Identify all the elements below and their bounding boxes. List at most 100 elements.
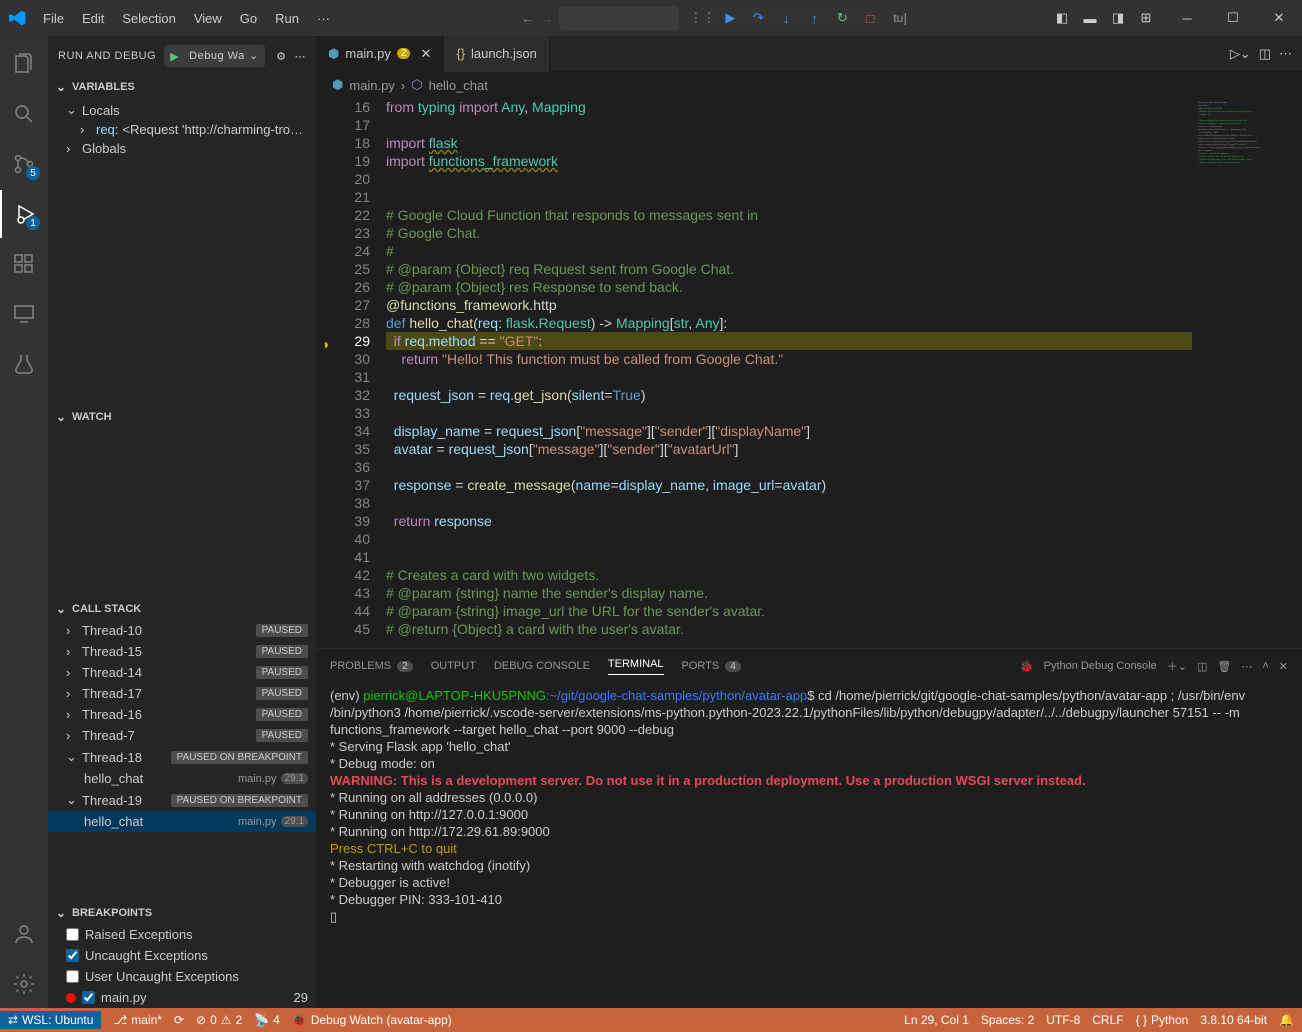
menu-···[interactable]: ··· [309, 5, 338, 32]
status-python-version[interactable]: 3.8.10 64-bit [1200, 1013, 1267, 1027]
callstack-row[interactable]: ›Thread-7PAUSED [48, 725, 316, 746]
callstack-row[interactable]: hello_chatmain.py29:1 [48, 811, 316, 832]
command-center[interactable] [559, 6, 679, 30]
step-out-icon[interactable]: ↑ [803, 7, 825, 29]
scm-icon[interactable]: 5 [0, 140, 48, 188]
globals-node[interactable]: ›Globals [56, 139, 316, 158]
callstack-row[interactable]: ⌄Thread-18PAUSED ON BREAKPOINT [48, 746, 316, 768]
layout-secondary-icon[interactable]: ◨ [1106, 6, 1130, 30]
locals-node[interactable]: ⌄Locals [56, 100, 316, 120]
callstack-row[interactable]: ›Thread-15PAUSED [48, 641, 316, 662]
close-tab-icon[interactable]: ✕ [416, 46, 431, 62]
tab-debug-console[interactable]: DEBUG CONSOLE [494, 660, 590, 672]
bp-uncaught[interactable]: Uncaught Exceptions [48, 945, 316, 966]
bp-user-uncaught[interactable]: User Uncaught Exceptions [48, 966, 316, 987]
tab-ports[interactable]: PORTS4 [682, 660, 741, 672]
close-panel-icon[interactable]: ✕ [1279, 660, 1288, 673]
layout-customize-icon[interactable]: ⊞ [1134, 6, 1158, 30]
step-over-icon[interactable]: ↷ [747, 7, 769, 29]
nav-fwd-icon[interactable]: → [540, 11, 553, 26]
status-remote[interactable]: ⇄WSL: Ubuntu [0, 1011, 101, 1029]
menu-file[interactable]: File [35, 5, 72, 32]
bp-raised-checkbox[interactable] [66, 928, 79, 941]
tab-more-icon[interactable]: ⋯ [1279, 46, 1292, 62]
callstack-row[interactable]: ⌄Thread-19PAUSED ON BREAKPOINT [48, 789, 316, 811]
layout-panel-icon[interactable]: ▬ [1078, 6, 1102, 30]
testing-icon[interactable] [0, 340, 48, 388]
drag-handle-icon[interactable]: ⋮⋮ [691, 7, 713, 29]
layout-primary-icon[interactable]: ◧ [1050, 6, 1074, 30]
breadcrumbs[interactable]: ⬢ main.py › ⬡ hello_chat [316, 72, 1302, 98]
bp-file-row[interactable]: main.py29 [48, 987, 316, 1008]
status-ports[interactable]: 📡4 [254, 1013, 280, 1027]
settings-gear-icon[interactable] [0, 960, 48, 1008]
chevron-icon: › [66, 707, 78, 722]
terminal-output[interactable]: (env) pierrick@LAPTOP-HKU5PNNG:~/git/goo… [316, 683, 1302, 1008]
menu-go[interactable]: Go [232, 5, 265, 32]
callstack-section-header[interactable]: CALL STACK [48, 598, 316, 620]
status-problems[interactable]: ⊘0⚠2 [196, 1013, 242, 1027]
editor-tab[interactable]: {}launch.json [444, 36, 549, 72]
menu-edit[interactable]: Edit [74, 5, 112, 32]
thread-status: PAUSED ON BREAKPOINT [171, 794, 308, 807]
extensions-icon[interactable] [0, 240, 48, 288]
status-debug-target[interactable]: 🐞Debug Watch (avatar-app) [292, 1013, 452, 1027]
status-notifications-icon[interactable]: 🔔 [1279, 1013, 1294, 1027]
status-sync[interactable]: ⟳ [174, 1013, 184, 1027]
split-editor-icon[interactable]: ◫ [1259, 46, 1271, 62]
close-window-button[interactable]: ✕ [1256, 0, 1302, 36]
new-terminal-icon[interactable]: ＋⌄ [1167, 658, 1187, 674]
status-cursor-pos[interactable]: Ln 29, Col 1 [904, 1013, 969, 1027]
menu-run[interactable]: Run [267, 5, 307, 32]
kill-terminal-icon[interactable]: 🗑 [1217, 660, 1231, 673]
remote-explorer-icon[interactable] [0, 290, 48, 338]
terminal-profile[interactable]: Python Debug Console [1044, 660, 1157, 672]
maximize-panel-icon[interactable]: ˄ [1262, 660, 1268, 672]
start-debug-icon[interactable]: ▶ [164, 50, 183, 63]
tab-output[interactable]: OUTPUT [431, 660, 476, 672]
callstack-row[interactable]: ›Thread-16PAUSED [48, 704, 316, 725]
run-debug-icon[interactable]: 1 [0, 190, 48, 238]
tab-problems[interactable]: PROBLEMS2 [330, 660, 413, 672]
debug-settings-icon[interactable]: ⚙ [276, 50, 286, 63]
callstack-row[interactable]: hello_chatmain.py29:1 [48, 768, 316, 789]
status-language[interactable]: { }Python [1136, 1013, 1189, 1027]
watch-section-header[interactable]: WATCH [48, 406, 316, 428]
run-file-icon[interactable]: ▷⌄ [1230, 46, 1251, 62]
split-terminal-icon[interactable]: ◫ [1197, 660, 1207, 673]
bp-uncaught-checkbox[interactable] [66, 949, 79, 962]
minimize-button[interactable]: ─ [1164, 0, 1210, 36]
minimap[interactable]: from typing import Any, Mappingimport fl… [1192, 98, 1302, 648]
bp-user-uncaught-checkbox[interactable] [66, 970, 79, 983]
code-editor[interactable]: 1617181920212223242526272829◗30313233343… [316, 98, 1302, 648]
panel-more-icon[interactable]: ⋯ [1241, 660, 1252, 673]
menu-selection[interactable]: Selection [114, 5, 183, 32]
maximize-button[interactable]: ☐ [1210, 0, 1256, 36]
status-indent[interactable]: Spaces: 2 [981, 1013, 1034, 1027]
account-icon[interactable] [0, 910, 48, 958]
modified-badge: 2 [397, 48, 411, 59]
callstack-row[interactable]: ›Thread-10PAUSED [48, 620, 316, 641]
callstack-row[interactable]: ›Thread-17PAUSED [48, 683, 316, 704]
status-eol[interactable]: CRLF [1092, 1013, 1123, 1027]
step-into-icon[interactable]: ↓ [775, 7, 797, 29]
nav-back-icon[interactable]: ← [521, 11, 534, 26]
more-icon[interactable]: ⋯ [295, 50, 307, 63]
status-encoding[interactable]: UTF-8 [1046, 1013, 1080, 1027]
continue-icon[interactable]: ▶ [719, 7, 741, 29]
bp-raised[interactable]: Raised Exceptions [48, 924, 316, 945]
stop-icon[interactable]: □ [859, 7, 881, 29]
restart-icon[interactable]: ↻ [831, 7, 853, 29]
variable-req[interactable]: ›req: <Request 'http://charming-tro… [56, 120, 316, 139]
search-icon[interactable] [0, 90, 48, 138]
tab-terminal[interactable]: TERMINAL [608, 658, 664, 675]
explorer-icon[interactable] [0, 40, 48, 88]
callstack-row[interactable]: ›Thread-14PAUSED [48, 662, 316, 683]
variables-section-header[interactable]: VARIABLES [48, 76, 316, 98]
breakpoints-section-header[interactable]: BREAKPOINTS [48, 902, 316, 924]
status-branch[interactable]: ⎇main* [113, 1013, 162, 1027]
bp-file-checkbox[interactable] [82, 991, 95, 1004]
debug-config-selector[interactable]: ▶ Debug Wa [164, 45, 265, 67]
menu-view[interactable]: View [186, 5, 230, 32]
editor-tab[interactable]: ⬢main.py2✕ [316, 36, 444, 72]
